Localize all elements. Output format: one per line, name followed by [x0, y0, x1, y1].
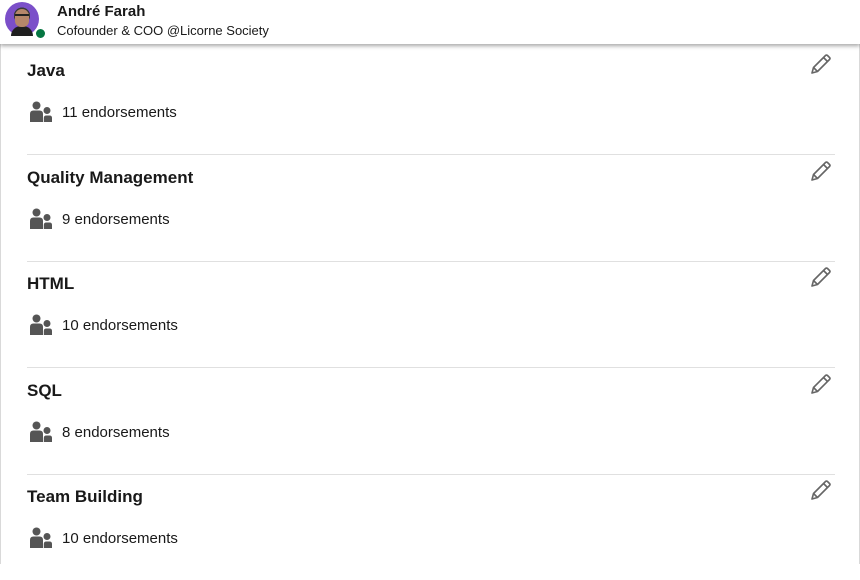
skills-list: Java 11 endorsements Quality Management: [0, 44, 860, 564]
endorsement-count[interactable]: 9 endorsements: [30, 208, 170, 230]
edit-skill-button[interactable]: [809, 372, 833, 396]
profile-header: André Farah Cofounder & COO @Licorne Soc…: [0, 0, 860, 44]
avatar-glasses: [15, 14, 29, 19]
skill-item: HTML 10 endorsements: [27, 261, 835, 368]
endorsement-count-label: 11 endorsements: [62, 103, 177, 121]
endorsement-count[interactable]: 8 endorsements: [30, 421, 170, 443]
pencil-icon: [811, 374, 831, 394]
avatar[interactable]: [5, 2, 47, 40]
skill-name: Team Building: [27, 487, 143, 506]
people-icon: [30, 101, 52, 122]
online-status-indicator: [34, 27, 47, 40]
endorsement-count-label: 10 endorsements: [62, 529, 178, 547]
edit-skill-button[interactable]: [809, 265, 833, 289]
pencil-icon: [811, 161, 831, 181]
skill-item: Java 11 endorsements: [27, 48, 835, 155]
skill-name: SQL: [27, 381, 62, 400]
endorsement-count[interactable]: 10 endorsements: [30, 314, 178, 336]
endorsement-count-label: 10 endorsements: [62, 316, 178, 334]
skill-name: Java: [27, 61, 65, 80]
profile-headline: Cofounder & COO @Licorne Society: [57, 23, 269, 38]
avatar-body: [11, 26, 33, 36]
edit-skill-button[interactable]: [809, 478, 833, 502]
skill-item: SQL 8 endorsements: [27, 368, 835, 475]
people-icon: [30, 208, 52, 229]
edit-skill-button[interactable]: [809, 52, 833, 76]
endorsement-count[interactable]: 11 endorsements: [30, 101, 177, 123]
edit-skill-button[interactable]: [809, 159, 833, 183]
endorsement-count-label: 9 endorsements: [62, 210, 170, 228]
people-icon: [30, 314, 52, 335]
people-icon: [30, 527, 52, 548]
skill-item: Quality Management 9 endorsements: [27, 155, 835, 262]
endorsement-count-label: 8 endorsements: [62, 423, 170, 441]
skill-name: Quality Management: [27, 168, 194, 187]
people-icon: [30, 421, 52, 442]
pencil-icon: [811, 54, 831, 74]
pencil-icon: [811, 267, 831, 287]
pencil-icon: [811, 480, 831, 500]
profile-name[interactable]: André Farah: [57, 3, 145, 20]
skill-item: Team Building 10 endorsements: [27, 474, 835, 580]
skill-name: HTML: [27, 274, 75, 293]
endorsement-count[interactable]: 10 endorsements: [30, 527, 178, 549]
